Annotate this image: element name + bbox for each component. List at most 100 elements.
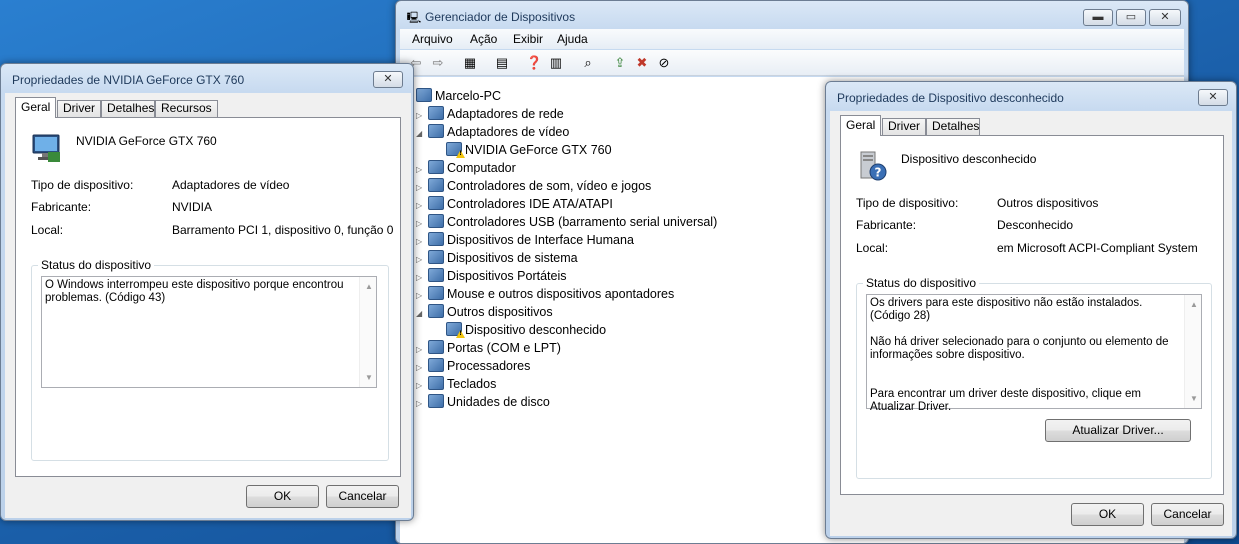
- nvidia-cancel-button[interactable]: Cancelar: [326, 485, 399, 508]
- menu-ajuda[interactable]: Ajuda: [557, 32, 588, 46]
- close-icon: ✕: [383, 73, 393, 85]
- tree-category-item[interactable]: ▷ Teclados: [416, 375, 496, 393]
- other-devices-icon: [428, 304, 444, 318]
- nvidia-device-name: NVIDIA GeForce GTX 760: [76, 134, 217, 148]
- tab-geral[interactable]: Geral: [840, 115, 881, 136]
- tab-detalhes[interactable]: Detalhes: [101, 100, 155, 117]
- unknown-ok-button[interactable]: OK: [1071, 503, 1144, 526]
- view-icon[interactable]: ▥: [548, 55, 564, 71]
- ide-icon: [428, 196, 444, 210]
- close-icon: ✕: [1160, 11, 1170, 23]
- tree-category-item[interactable]: ▷ Dispositivos de Interface Humana: [416, 231, 634, 249]
- tree-category-item[interactable]: ▷ Dispositivos de sistema: [416, 249, 578, 267]
- nvidia-dialog-title: Propriedades de NVIDIA GeForce GTX 760: [12, 73, 245, 87]
- forward-icon[interactable]: ⇨: [430, 55, 446, 71]
- unknown-location-value: em Microsoft ACPI-Compliant System: [997, 241, 1198, 255]
- device-manager-titlebar[interactable]: 🖳 Gerenciador de Dispositivos ▬ ▭ ✕: [396, 1, 1188, 31]
- nvidia-ok-button[interactable]: OK: [246, 485, 319, 508]
- tree-category-item[interactable]: ◢ Outros dispositivos: [416, 303, 553, 321]
- unknown-device-icon: ?: [855, 150, 887, 182]
- nvidia-status-text[interactable]: O Windows interrompeu este dispositivo p…: [41, 276, 377, 388]
- maximize-button[interactable]: ▭: [1116, 9, 1146, 26]
- unknown-status-text[interactable]: Os drivers para este dispositivo não est…: [866, 294, 1202, 413]
- properties-icon[interactable]: ▤: [494, 55, 510, 71]
- nvidia-manufacturer-value: NVIDIA: [172, 200, 213, 214]
- toolbar: ⇦ ⇨ ▦ ▤ ❓ ▥ ⌕ ⇪ ✖ ⊘: [400, 50, 1184, 76]
- processor-icon: [428, 358, 444, 372]
- scan-hardware-icon[interactable]: ⌕: [580, 55, 596, 71]
- tree-root-label: Marcelo-PC: [435, 89, 501, 103]
- computer-root-icon: [416, 88, 432, 102]
- system-device-icon: [428, 250, 444, 264]
- uninstall-icon[interactable]: ✖: [634, 55, 650, 71]
- tree-category-item[interactable]: ▷ Controladores de som, vídeo e jogos: [416, 177, 651, 195]
- tree-root[interactable]: ◢Marcelo-PC: [404, 87, 501, 105]
- tree-item-label: Dispositivos de Interface Humana: [447, 233, 634, 247]
- menu-arquivo[interactable]: Arquivo: [412, 32, 453, 46]
- unknown-device-icon: [446, 322, 462, 336]
- tree-item-label: Unidades de disco: [447, 395, 550, 409]
- unknown-manufacturer-label: Fabricante:: [856, 218, 917, 232]
- tree-category-item[interactable]: ◢ Adaptadores de vídeo: [416, 123, 569, 141]
- scroll-down-icon[interactable]: ▼: [1190, 392, 1198, 405]
- device-manager-title: Gerenciador de Dispositivos: [425, 10, 576, 24]
- disable-icon[interactable]: ⊘: [656, 55, 672, 71]
- tab-recursos[interactable]: Recursos: [155, 100, 218, 117]
- close-button[interactable]: ✕: [1149, 9, 1181, 26]
- unknown-close-button[interactable]: ✕: [1198, 89, 1228, 106]
- unknown-type-label: Tipo de dispositivo:: [856, 196, 959, 210]
- unknown-status-line1: Os drivers para este dispositivo não est…: [870, 297, 1143, 322]
- unknown-status-scrollbar[interactable]: ▲ ▼: [1184, 295, 1201, 408]
- menu-exibir[interactable]: Exibir: [513, 32, 543, 46]
- tab-driver[interactable]: Driver: [882, 118, 926, 135]
- unknown-titlebar[interactable]: Propriedades de Dispositivo desconhecido…: [826, 82, 1236, 112]
- keyboard-icon: [428, 376, 444, 390]
- mouse-icon: [428, 286, 444, 300]
- tree-item-label: Controladores IDE ATA/ATAPI: [447, 197, 613, 211]
- tree-child-item[interactable]: NVIDIA GeForce GTX 760: [434, 141, 612, 159]
- scroll-up-icon[interactable]: ▲: [1190, 298, 1198, 311]
- tree-item-label: Teclados: [447, 377, 497, 391]
- tree-category-item[interactable]: ▷ Controladores IDE ATA/ATAPI: [416, 195, 613, 213]
- menu-acao[interactable]: Ação: [470, 32, 497, 46]
- tree-item-label: Computador: [447, 161, 516, 175]
- scroll-down-icon[interactable]: ▼: [365, 371, 373, 384]
- collapse-icon[interactable]: ◢: [416, 305, 426, 323]
- tab-driver[interactable]: Driver: [57, 100, 101, 117]
- unknown-device-name: Dispositivo desconhecido: [901, 152, 1037, 166]
- expand-icon[interactable]: ▷: [416, 395, 426, 413]
- tree-category-item[interactable]: ▷ Computador: [416, 159, 516, 177]
- nvidia-close-button[interactable]: ✕: [373, 71, 403, 88]
- tree-item-label: Dispositivos de sistema: [447, 251, 578, 265]
- tree-child-item[interactable]: Dispositivo desconhecido: [434, 321, 606, 339]
- nvidia-titlebar[interactable]: Propriedades de NVIDIA GeForce GTX 760 ✕: [1, 64, 413, 94]
- tree-category-item[interactable]: ▷ Portas (COM e LPT): [416, 339, 561, 357]
- help-icon[interactable]: ❓: [526, 55, 542, 71]
- tree-category-item[interactable]: ▷ Dispositivos Portáteis: [416, 267, 567, 285]
- unknown-cancel-button[interactable]: Cancelar: [1151, 503, 1224, 526]
- nvidia-type-label: Tipo de dispositivo:: [31, 178, 134, 192]
- tree-category-item[interactable]: ▷ Processadores: [416, 357, 530, 375]
- tab-geral[interactable]: Geral: [15, 97, 56, 118]
- collapse-icon[interactable]: ◢: [416, 125, 426, 143]
- close-icon: ✕: [1208, 91, 1218, 103]
- unknown-dialog-title: Propriedades de Dispositivo desconhecido: [837, 91, 1064, 105]
- update-driver-icon[interactable]: ⇪: [612, 55, 628, 71]
- nvidia-properties-dialog: Propriedades de NVIDIA GeForce GTX 760 ✕…: [0, 63, 414, 521]
- maximize-icon: ▭: [1125, 11, 1137, 23]
- show-hide-tree-icon[interactable]: ▦: [462, 55, 478, 71]
- tree-category-item[interactable]: ▷ Adaptadores de rede: [416, 105, 564, 123]
- scroll-up-icon[interactable]: ▲: [365, 280, 373, 293]
- tree-item-label: Adaptadores de vídeo: [447, 125, 570, 139]
- minimize-button[interactable]: ▬: [1083, 9, 1113, 26]
- unknown-status-title: Status do dispositivo: [863, 276, 980, 290]
- tree-category-item[interactable]: ▷ Mouse e outros dispositivos apontadores: [416, 285, 674, 303]
- update-driver-button[interactable]: Atualizar Driver...: [1045, 419, 1191, 442]
- tab-detalhes[interactable]: Detalhes: [926, 118, 980, 135]
- nvidia-status-scrollbar[interactable]: ▲ ▼: [359, 277, 376, 387]
- tree-category-item[interactable]: ▷ Controladores USB (barramento serial un…: [416, 213, 717, 231]
- tree-category-item[interactable]: ▷ Unidades de disco: [416, 393, 550, 411]
- display-adapter-icon: [30, 132, 62, 164]
- unknown-panel: Geral Driver Detalhes ? Dispositivo desc…: [830, 111, 1232, 536]
- nvidia-status-group: Status do dispositivo O Windows interrom…: [31, 258, 389, 461]
